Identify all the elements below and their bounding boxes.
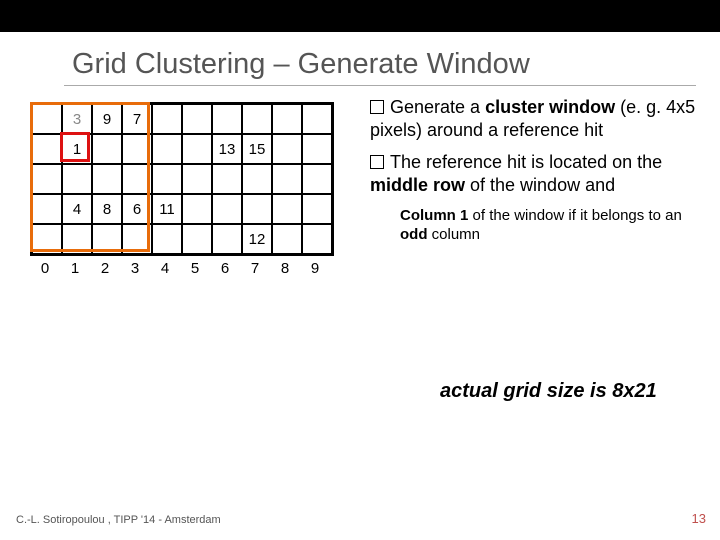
grid-cell <box>272 104 302 134</box>
grid-cell <box>212 194 242 224</box>
footer-text: C.-L. Sotiropoulou , TIPP '14 - Amsterda… <box>16 514 221 526</box>
grid-cell: 8 <box>92 194 122 224</box>
grid-cell <box>152 164 182 194</box>
grid-cell <box>212 164 242 194</box>
grid-cell <box>212 224 242 254</box>
axis-label: 4 <box>150 260 180 277</box>
grid-cell <box>182 164 212 194</box>
grid-cell <box>32 224 62 254</box>
grid-cell: 6 <box>122 194 152 224</box>
grid-cell <box>92 164 122 194</box>
grid-cell: 15 <box>242 134 272 164</box>
axis-label: 1 <box>60 260 90 277</box>
axis-label: 2 <box>90 260 120 277</box>
grid-cell <box>302 224 332 254</box>
grid-cell: 11 <box>152 194 182 224</box>
grid-cell: 7 <box>122 104 152 134</box>
grid-cell <box>302 134 332 164</box>
grid-cell <box>272 164 302 194</box>
grid-cell <box>92 134 122 164</box>
note-actual-grid-size: actual grid size is 8x21 <box>440 380 657 403</box>
column-axis-labels: 0123456789 <box>30 260 342 277</box>
grid-cell <box>122 224 152 254</box>
sub-bullet-1: Column 1 of the window if it belongs to … <box>400 206 710 245</box>
grid-cell <box>32 104 62 134</box>
bullet-2: The reference hit is located on the midd… <box>370 151 710 198</box>
grid-cell <box>212 104 242 134</box>
grid-cell <box>302 164 332 194</box>
axis-label: 5 <box>180 260 210 277</box>
axis-label: 8 <box>270 260 300 277</box>
page-number: 13 <box>692 511 706 526</box>
grid-cell: 4 <box>62 194 92 224</box>
grid-cell: 12 <box>242 224 272 254</box>
axis-label: 3 <box>120 260 150 277</box>
grid-cell <box>32 164 62 194</box>
title-underline <box>64 85 696 86</box>
grid-cell <box>242 164 272 194</box>
grid-cell <box>122 134 152 164</box>
grid-cell <box>302 104 332 134</box>
grid-cell <box>242 104 272 134</box>
grid-cell <box>32 194 62 224</box>
grid-cell <box>62 164 92 194</box>
grid-cell: 13 <box>212 134 242 164</box>
bullet-1-text: Generate a cluster window (e. g. 4x5 pix… <box>370 97 695 140</box>
axis-label: 6 <box>210 260 240 277</box>
bullet-2-text: The reference hit is located on the midd… <box>370 152 662 195</box>
grid-cell <box>152 104 182 134</box>
grid-cell <box>272 224 302 254</box>
grid-cell <box>182 104 212 134</box>
slide-title: Grid Clustering – Generate Window <box>72 48 720 81</box>
checkbox-icon <box>370 100 384 114</box>
axis-label: 0 <box>30 260 60 277</box>
grid-cell <box>272 194 302 224</box>
top-black-bar <box>0 0 720 32</box>
grid-cell: 9 <box>92 104 122 134</box>
grid-cell <box>62 224 92 254</box>
grid-cell: 1 <box>62 134 92 164</box>
grid-cell <box>92 224 122 254</box>
grid-cell <box>182 224 212 254</box>
grid-cell <box>182 134 212 164</box>
grid-cell <box>152 224 182 254</box>
grid-cell <box>182 194 212 224</box>
checkbox-icon <box>370 155 384 169</box>
bullet-1: Generate a cluster window (e. g. 4x5 pix… <box>370 96 710 143</box>
grid-cell <box>152 134 182 164</box>
grid-cell <box>272 134 302 164</box>
grid-cell <box>242 194 272 224</box>
grid-cell <box>32 134 62 164</box>
sub-bullet-1-text: Column 1 of the window if it belongs to … <box>400 207 682 244</box>
grid-cell <box>122 164 152 194</box>
grid-figure: 397113154861112 0123456789 <box>24 96 342 277</box>
bullet-list: Generate a cluster window (e. g. 4x5 pix… <box>370 96 710 245</box>
axis-label: 7 <box>240 260 270 277</box>
pixel-grid: 3971 1315 48611 12 <box>30 102 334 256</box>
grid-cell <box>302 194 332 224</box>
axis-label: 9 <box>300 260 330 277</box>
grid-cell: 3 <box>62 104 92 134</box>
